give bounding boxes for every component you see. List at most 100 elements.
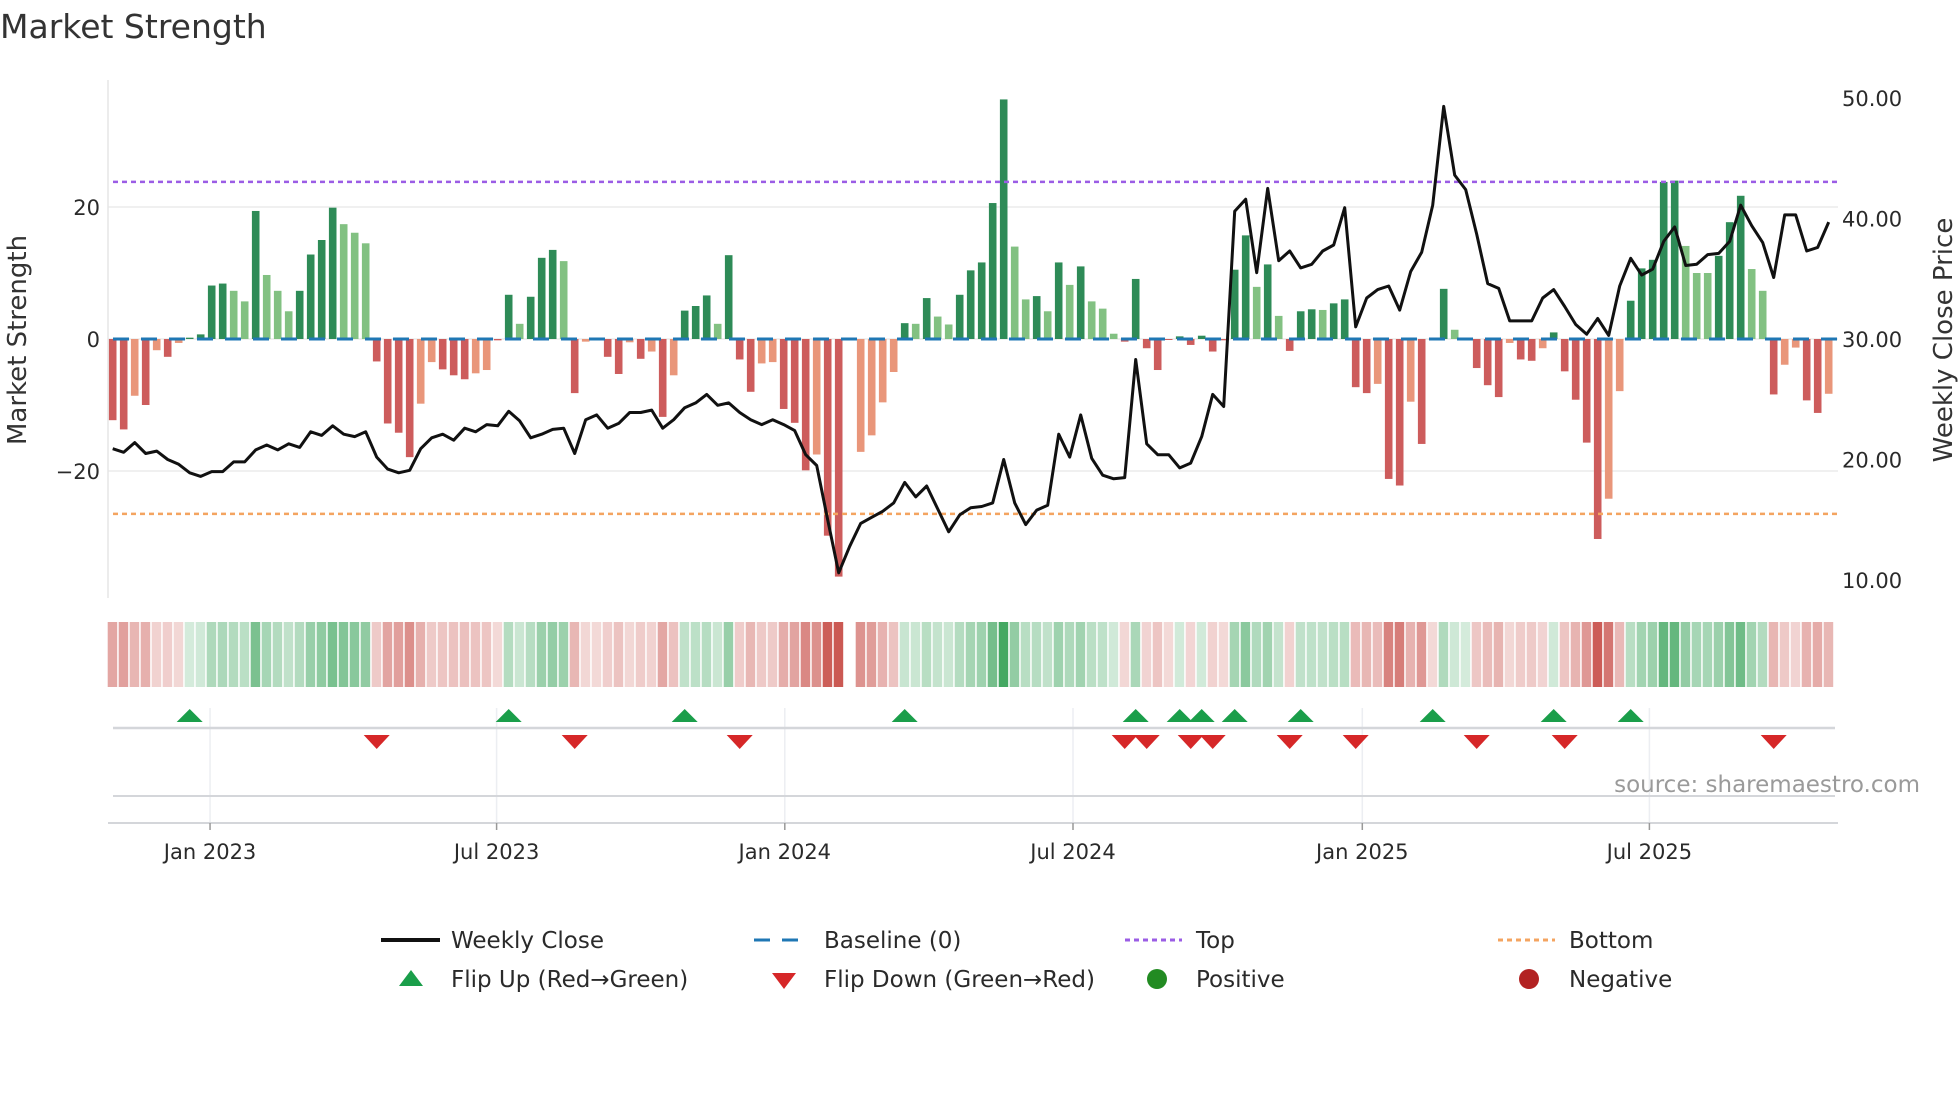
strip-cell	[767, 622, 778, 687]
strength-bar	[702, 295, 711, 339]
strength-bar	[878, 339, 887, 403]
strip-cell	[1064, 622, 1075, 687]
strength-bar	[724, 255, 733, 339]
strength-bar	[1780, 339, 1789, 365]
strip-cell	[1020, 622, 1031, 687]
strength-bar	[790, 339, 799, 423]
strip-cell	[1493, 622, 1504, 687]
strength-bar	[1703, 273, 1712, 339]
strength-bar	[1285, 339, 1294, 351]
strength-bar	[229, 290, 238, 339]
strip-cell	[503, 622, 514, 687]
strength-bar	[394, 339, 403, 433]
strip-cell	[1262, 622, 1273, 687]
strip-cell	[668, 622, 679, 687]
strength-bar	[614, 339, 623, 374]
strength-bar	[658, 339, 667, 417]
x-tick-label: Jan 2024	[737, 840, 832, 864]
strip-cell	[712, 622, 723, 687]
strip-cell	[459, 622, 470, 687]
strength-bar	[1505, 339, 1514, 343]
strip-cell	[1735, 622, 1746, 687]
strip-cell	[1152, 622, 1163, 687]
strength-bar	[834, 339, 843, 577]
strip-cell	[778, 622, 789, 687]
flip-down-marker	[1463, 735, 1490, 749]
strip-cell	[1658, 622, 1669, 687]
strip-cell	[1229, 622, 1240, 687]
strip-cell	[360, 622, 371, 687]
flip-up-marker	[495, 709, 522, 722]
strength-bar	[119, 339, 128, 430]
strength-bar	[295, 290, 304, 339]
strip-cell	[1130, 622, 1141, 687]
strength-heat-strip	[107, 622, 1834, 687]
strength-bar	[163, 339, 172, 357]
strip-cell	[162, 622, 173, 687]
strip-cell	[745, 622, 756, 687]
strip-cell	[1295, 622, 1306, 687]
strip-cell	[921, 622, 932, 687]
strength-bar	[460, 339, 469, 380]
strip-cell	[1592, 622, 1603, 687]
x-tick-label: Jul 2023	[452, 840, 539, 864]
flip-down-marker	[1551, 735, 1578, 749]
strip-cell	[1053, 622, 1064, 687]
flip-up-marker	[1122, 709, 1149, 722]
strip-cell	[976, 622, 987, 687]
strip-cell	[1614, 622, 1625, 687]
strip-cell	[690, 622, 701, 687]
strip-cell	[1284, 622, 1295, 687]
strip-cell	[1097, 622, 1108, 687]
strip-cell	[569, 622, 580, 687]
strength-bar	[581, 339, 590, 342]
strip-cell	[1405, 622, 1416, 687]
flip-up-marker	[1617, 709, 1644, 722]
strip-cell	[338, 622, 349, 687]
strength-bar	[1516, 339, 1525, 360]
flip-down-marker	[1111, 735, 1138, 749]
strip-cell	[866, 622, 877, 687]
flip-up-marker	[671, 709, 698, 722]
right-tick-label: 30.00	[1842, 328, 1902, 352]
strength-bar	[1153, 339, 1162, 371]
strip-cell	[349, 622, 360, 687]
strip-cell	[1372, 622, 1383, 687]
strip-cell	[239, 622, 250, 687]
strip-cell	[987, 622, 998, 687]
flip-up-marker	[1419, 709, 1446, 722]
strip-cell	[1141, 622, 1152, 687]
y-axis-label: Market Strength	[3, 235, 33, 445]
strip-cell	[1779, 622, 1790, 687]
x-tick-label: Jul 2025	[1605, 840, 1692, 864]
strip-cell	[184, 622, 195, 687]
strength-bar	[1252, 286, 1261, 339]
strip-cell	[1713, 622, 1724, 687]
strength-bar	[977, 262, 986, 339]
left-axis-ticks: 20 0 −20	[56, 196, 100, 484]
strength-bar	[262, 274, 271, 339]
strip-cell	[1625, 622, 1636, 687]
strip-cell	[1251, 622, 1262, 687]
flip-up-marker	[176, 709, 203, 722]
strip-cell	[195, 622, 206, 687]
strength-bar	[1087, 301, 1096, 339]
strength-bar	[526, 296, 535, 339]
strength-bar	[988, 203, 997, 339]
strength-bar	[1593, 339, 1602, 539]
strip-cell	[635, 622, 646, 687]
y2-axis-label: Weekly Close Price	[1929, 218, 1959, 463]
left-tick-label: 0	[87, 328, 100, 352]
strip-cell	[1559, 622, 1570, 687]
strength-bar	[757, 339, 766, 364]
strip-cell	[1218, 622, 1229, 687]
strength-bar	[1813, 339, 1822, 413]
strip-cell	[1108, 622, 1119, 687]
strength-bar	[1802, 339, 1811, 401]
flip-down-marker	[363, 735, 390, 749]
flip-down-marker	[561, 735, 588, 749]
strength-bar	[1340, 299, 1349, 339]
strip-cell	[1790, 622, 1801, 687]
strip-cell	[1339, 622, 1350, 687]
strength-bar	[1274, 315, 1283, 339]
